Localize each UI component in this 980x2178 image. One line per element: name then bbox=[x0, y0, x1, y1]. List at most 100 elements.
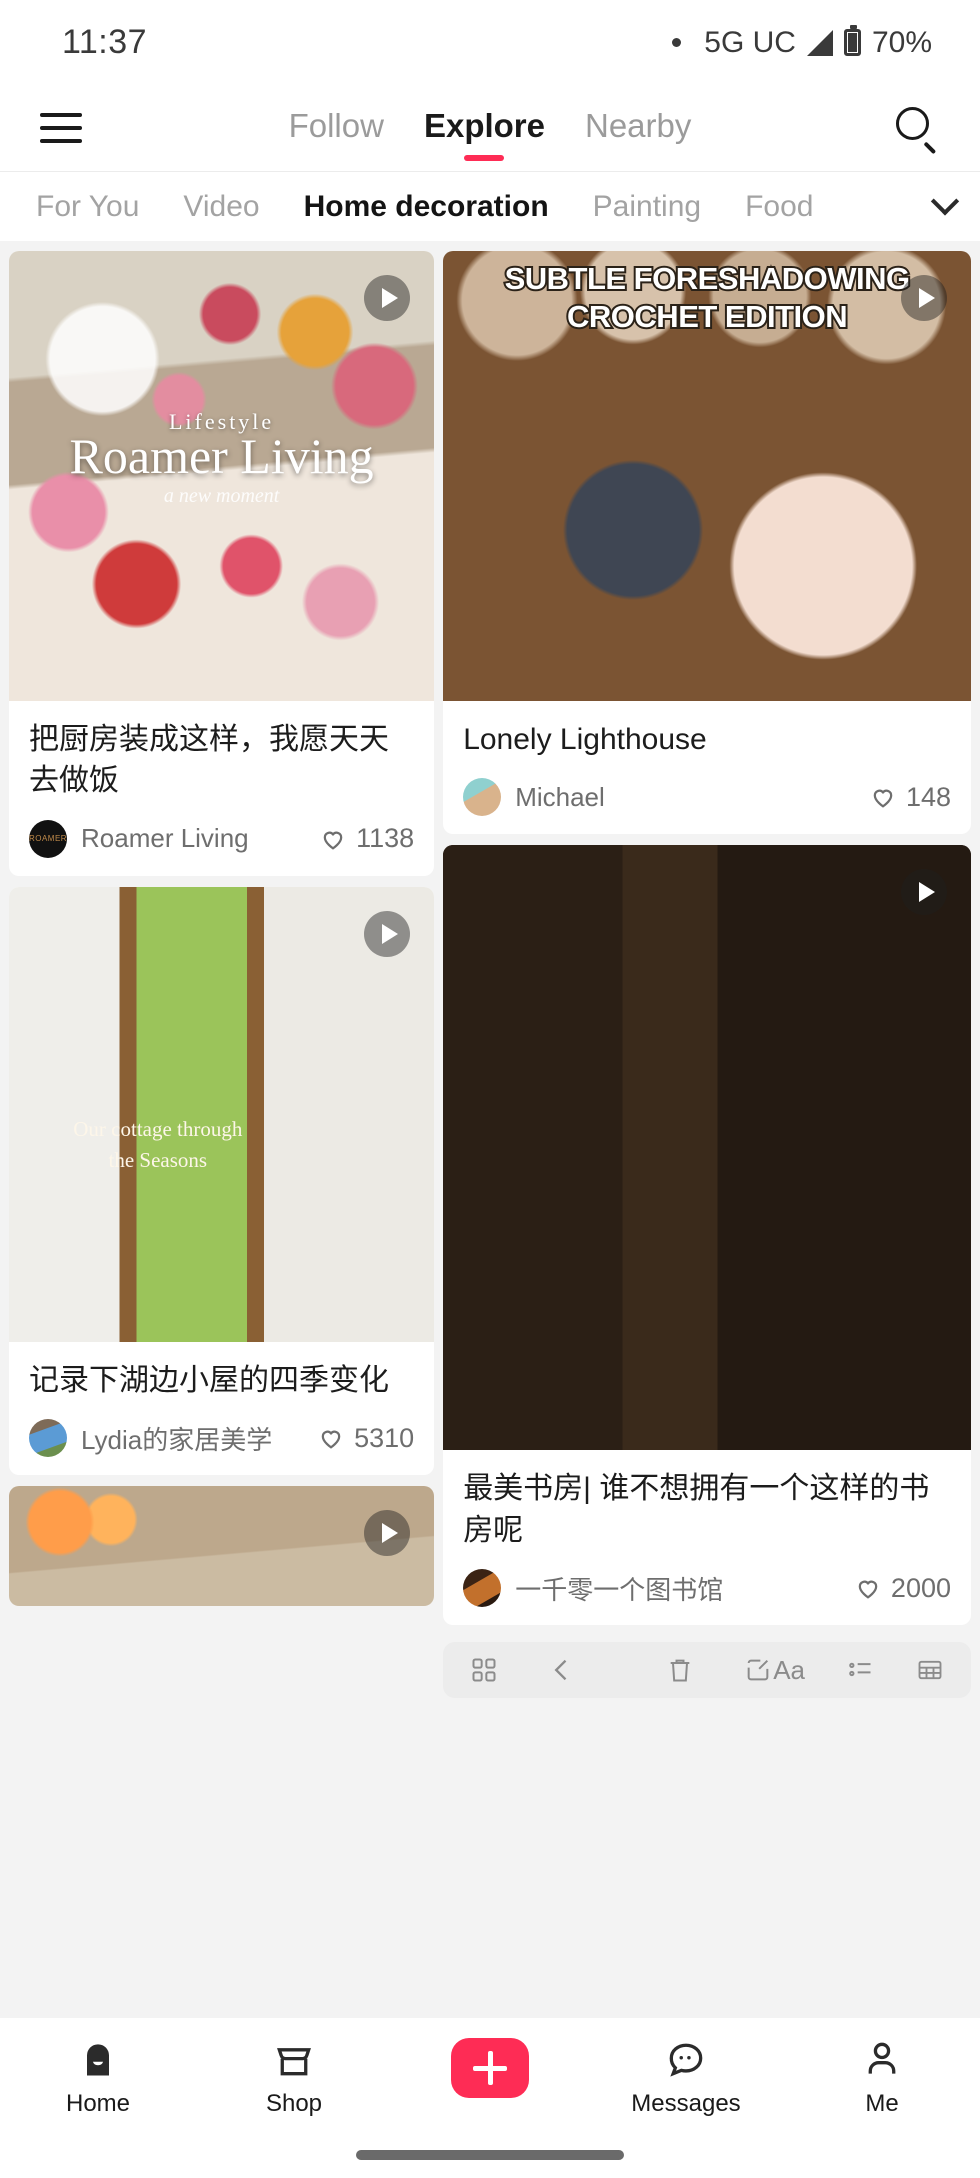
category-painting[interactable]: Painting bbox=[571, 190, 723, 224]
heart-icon[interactable] bbox=[869, 783, 897, 811]
editor-toolbar-right: Aa bbox=[773, 1655, 945, 1686]
content-feed: Lifestyle Roamer Living a new moment 把厨房… bbox=[0, 241, 980, 2018]
edit-pencil-icon[interactable] bbox=[743, 1655, 773, 1685]
category-video[interactable]: Video bbox=[161, 190, 281, 224]
battery-percent: 70% bbox=[871, 25, 932, 59]
nav-me-label: Me bbox=[865, 2090, 899, 2117]
status-bar: 11:37 5G UC 70% bbox=[0, 0, 980, 85]
chevron-down-icon[interactable] bbox=[910, 172, 980, 241]
feed-column-left: Lifestyle Roamer Living a new moment 把厨房… bbox=[9, 251, 435, 2018]
nav-messages-label: Messages bbox=[631, 2090, 741, 2117]
tab-follow[interactable]: Follow bbox=[289, 107, 384, 149]
editor-toolbar: Aa bbox=[443, 1642, 971, 1699]
card-thumbnail[interactable]: Our cottage through the Seasons bbox=[9, 886, 435, 1342]
nav-home-label: Home bbox=[65, 2090, 131, 2117]
home-icon bbox=[76, 2036, 120, 2082]
play-icon[interactable] bbox=[364, 1510, 411, 1557]
card-thumbnail[interactable] bbox=[9, 1486, 435, 1607]
grid-icon[interactable] bbox=[469, 1655, 499, 1685]
feed-card-crochet[interactable]: SUBTLE FORESHADOWING CROCHET EDITION Lon… bbox=[443, 251, 971, 835]
card-footer: Lydia的家居美学 5310 bbox=[29, 1419, 414, 1458]
phone-screen: 11:37 5G UC 70% Follow Explore Nearby Fo… bbox=[0, 0, 980, 2178]
card-author[interactable]: 一千零一个图书馆 bbox=[515, 1570, 723, 1607]
plus-icon[interactable] bbox=[451, 2038, 529, 2098]
feed-card-library[interactable]: 最美书房| 谁不想拥有一个这样的书房呢 一千零一个图书馆 2000 bbox=[443, 845, 971, 1626]
like-count: 2000 bbox=[890, 1572, 951, 1603]
nav-shop-label: Shop bbox=[265, 2090, 323, 2117]
heart-icon[interactable] bbox=[317, 1424, 345, 1452]
like-count: 1138 bbox=[356, 823, 415, 854]
card-title: 把厨房装成这样，我愿天天去做饭 bbox=[29, 723, 389, 798]
like-count: 148 bbox=[905, 781, 951, 812]
card-title: 记录下湖边小屋的四季变化 bbox=[29, 1363, 389, 1397]
person-icon bbox=[860, 2036, 904, 2082]
avatar[interactable] bbox=[463, 1569, 502, 1608]
nav-shop[interactable]: Shop bbox=[196, 2036, 392, 2118]
avatar[interactable] bbox=[29, 819, 67, 858]
card-author[interactable]: Michael bbox=[515, 782, 605, 813]
nav-me[interactable]: Me bbox=[784, 2036, 980, 2118]
card-author[interactable]: Roamer Living bbox=[81, 823, 249, 854]
search-icon[interactable] bbox=[894, 105, 940, 154]
like-counter[interactable]: 148 bbox=[861, 782, 951, 813]
text-format-icon[interactable]: Aa bbox=[773, 1655, 805, 1686]
tab-explore[interactable]: Explore bbox=[424, 107, 545, 149]
like-counter[interactable]: 2000 bbox=[846, 1573, 951, 1604]
editor-toolbar-left bbox=[469, 1655, 773, 1685]
card-thumbnail[interactable]: Lifestyle Roamer Living a new moment bbox=[9, 251, 435, 701]
thumbnail-overlay-line2: Roamer Living bbox=[69, 427, 374, 484]
category-home-decoration[interactable]: Home decoration bbox=[282, 190, 571, 224]
home-indicator bbox=[356, 2150, 624, 2160]
heart-icon[interactable] bbox=[319, 825, 347, 853]
status-time: 11:37 bbox=[62, 23, 148, 61]
card-body: 把厨房装成这样，我愿天天去做饭 Roamer Living 1138 bbox=[9, 701, 434, 876]
thumbnail-overlay-line1: SUBTLE FORESHADOWING bbox=[503, 259, 913, 298]
feed-card-cottage[interactable]: Our cottage through the Seasons 记录下湖边小屋的… bbox=[9, 886, 435, 1476]
list-icon[interactable] bbox=[845, 1655, 875, 1685]
avatar[interactable] bbox=[463, 778, 502, 817]
nav-messages[interactable]: Messages bbox=[588, 2036, 784, 2118]
like-counter[interactable]: 5310 bbox=[309, 1423, 414, 1454]
card-author[interactable]: Lydia的家居美学 bbox=[81, 1420, 272, 1457]
bottom-navigation-bar: Home Shop Messages Me bbox=[0, 2018, 980, 2178]
thumbnail-overlay-line2: CROCHET EDITION bbox=[565, 297, 850, 336]
avatar[interactable] bbox=[29, 1419, 67, 1458]
table-icon[interactable] bbox=[915, 1655, 945, 1685]
card-body: 记录下湖边小屋的四季变化 Lydia的家居美学 5310 bbox=[9, 1342, 434, 1475]
card-footer: 一千零一个图书馆 2000 bbox=[463, 1569, 951, 1608]
play-icon[interactable] bbox=[901, 275, 947, 321]
tab-nearby[interactable]: Nearby bbox=[585, 107, 691, 149]
nav-home[interactable]: Home bbox=[0, 2036, 196, 2118]
back-chevron-icon[interactable] bbox=[547, 1655, 577, 1685]
heart-icon[interactable] bbox=[854, 1574, 882, 1602]
trash-icon[interactable] bbox=[665, 1655, 695, 1685]
status-dot-icon bbox=[672, 38, 682, 47]
card-thumbnail[interactable] bbox=[443, 845, 971, 1451]
play-icon[interactable] bbox=[901, 869, 947, 916]
status-indicators: 5G UC 70% bbox=[672, 25, 932, 60]
thumbnail-overlay-line3: a new moment bbox=[163, 485, 280, 507]
card-footer: Roamer Living 1138 bbox=[29, 819, 414, 858]
feed-card-partial[interactable] bbox=[9, 1486, 435, 1607]
card-body: 最美书房| 谁不想拥有一个这样的书房呢 一千零一个图书馆 2000 bbox=[443, 1450, 971, 1625]
card-footer: Michael 148 bbox=[463, 778, 951, 817]
like-count: 5310 bbox=[354, 1422, 415, 1453]
card-thumbnail[interactable]: SUBTLE FORESHADOWING CROCHET EDITION bbox=[443, 251, 971, 701]
feed-card-kitchen[interactable]: Lifestyle Roamer Living a new moment 把厨房… bbox=[9, 251, 435, 876]
card-title: Lonely Lighthouse bbox=[463, 723, 707, 756]
feed-column-right: SUBTLE FORESHADOWING CROCHET EDITION Lon… bbox=[443, 251, 971, 2018]
battery-icon bbox=[843, 25, 861, 56]
nav-create[interactable] bbox=[392, 2036, 588, 2098]
play-icon[interactable] bbox=[364, 275, 411, 321]
category-for-you[interactable]: For You bbox=[14, 190, 161, 224]
thumbnail-overlay-line1: Lifestyle bbox=[168, 408, 275, 434]
primary-tabs: Follow Explore Nearby bbox=[0, 107, 980, 149]
shop-icon bbox=[272, 2036, 316, 2082]
like-counter[interactable]: 1138 bbox=[311, 823, 414, 854]
play-icon[interactable] bbox=[364, 910, 411, 957]
category-food[interactable]: Food bbox=[723, 190, 835, 224]
message-icon bbox=[664, 2036, 708, 2082]
network-label: 5G UC bbox=[704, 25, 796, 59]
signal-icon bbox=[806, 29, 833, 56]
thumbnail-overlay-line1: Our cottage through the Seasons bbox=[73, 1117, 243, 1172]
